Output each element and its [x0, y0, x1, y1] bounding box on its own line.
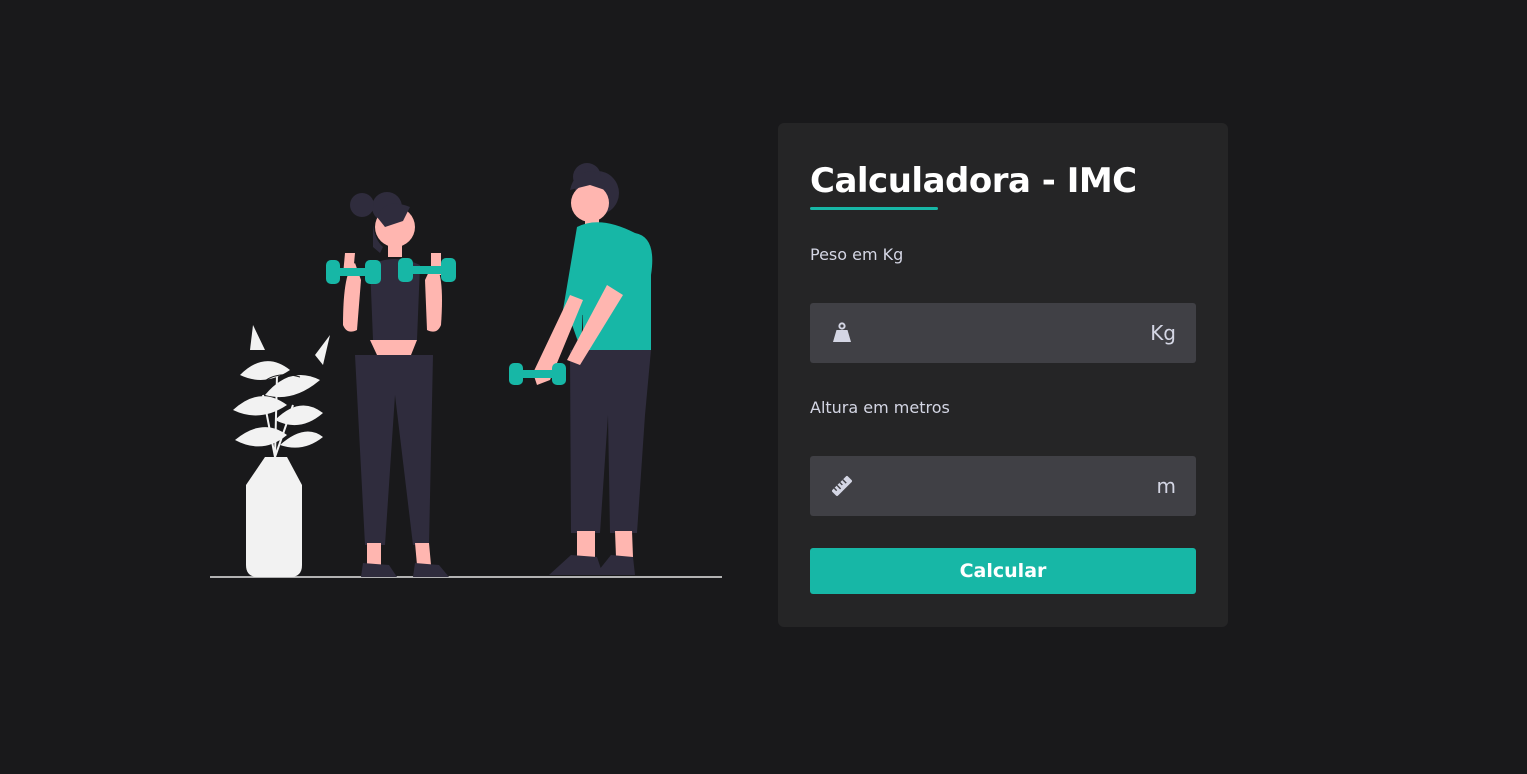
title-underline [810, 207, 938, 210]
woman-figure [343, 192, 449, 577]
calculate-button[interactable]: Calcular [810, 548, 1196, 594]
height-field[interactable]: m [810, 456, 1196, 516]
man-figure [533, 163, 653, 575]
height-input[interactable] [866, 456, 1126, 516]
height-unit: m [1156, 474, 1176, 498]
weight-icon [833, 322, 851, 342]
weight-label: Peso em Kg [810, 245, 904, 264]
weight-field[interactable]: Kg [810, 303, 1196, 363]
ruler-icon [832, 476, 852, 496]
fitness-illustration [210, 163, 722, 578]
weight-unit: Kg [1150, 321, 1176, 345]
page: Calculadora - IMC Peso em Kg Kg Altura e… [0, 0, 1527, 774]
weight-input[interactable] [866, 303, 1126, 363]
plant-vase [233, 325, 330, 577]
imc-calculator-card: Calculadora - IMC Peso em Kg Kg Altura e… [778, 123, 1228, 627]
height-label: Altura em metros [810, 398, 950, 417]
card-title: Calculadora - IMC [810, 161, 1137, 201]
